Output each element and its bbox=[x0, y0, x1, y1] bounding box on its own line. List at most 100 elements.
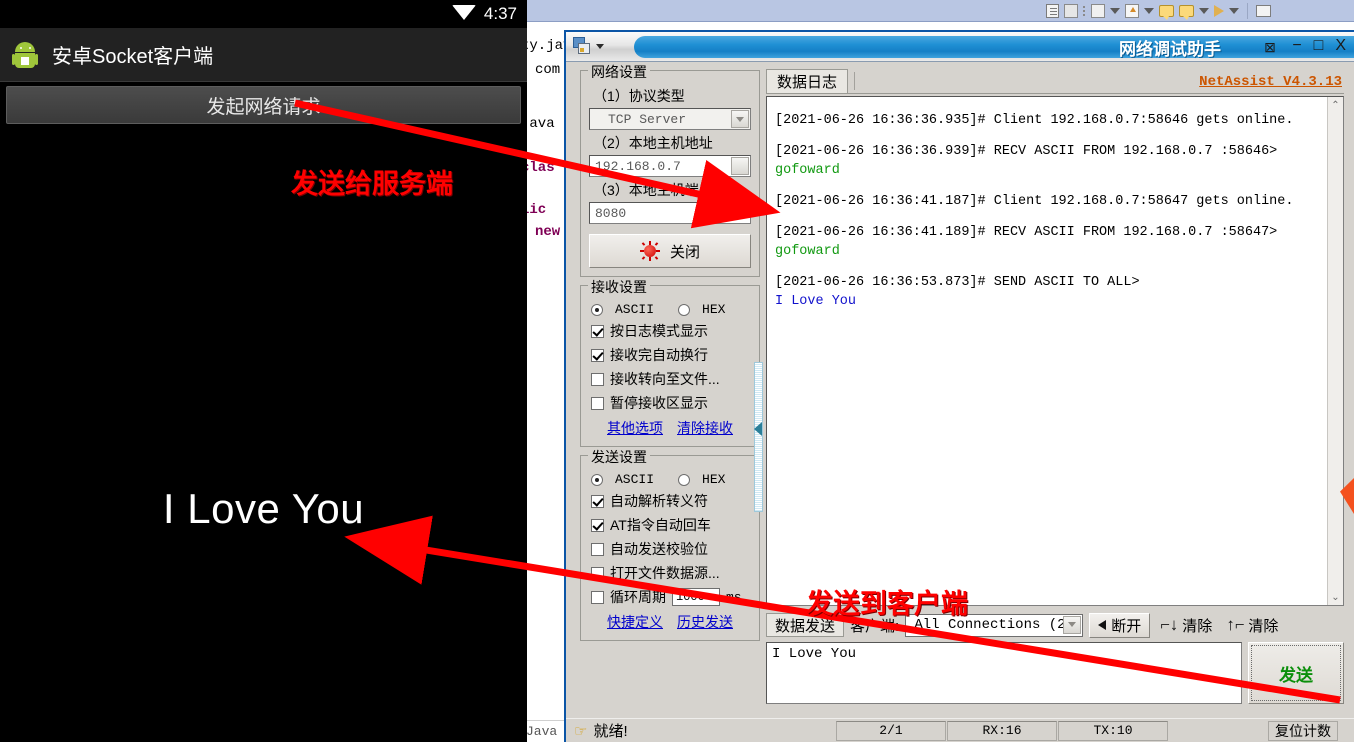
clear-up-icon: ↑⌐ bbox=[1226, 615, 1245, 634]
receive-option-row[interactable]: 按日志模式显示 bbox=[591, 321, 751, 341]
quick-define-link[interactable]: 快捷定义 bbox=[607, 612, 663, 632]
chevron-down-icon-3[interactable] bbox=[1199, 8, 1209, 14]
clear-receive-button[interactable]: ⌐↓ 清除 bbox=[1156, 615, 1216, 636]
comment-icon-1[interactable] bbox=[1159, 5, 1174, 20]
send-settings-group: 发送设置 ASCII HEX 自动解析转义符 AT指令自动回车 自动发送校验位 … bbox=[580, 447, 760, 641]
protocol-type-label: （1）协议类型 bbox=[593, 88, 685, 104]
chevron-down-icon[interactable] bbox=[596, 44, 604, 49]
receive-ascii-label: ASCII bbox=[615, 302, 655, 317]
tx-counter: TX:10 bbox=[1058, 720, 1168, 741]
window-title: 网络调试助手 bbox=[634, 36, 1354, 59]
at-command-cr-checkbox[interactable] bbox=[591, 518, 604, 532]
send-option-row[interactable]: AT指令自动回车 bbox=[591, 515, 751, 535]
network-settings-title: 网络设置 bbox=[588, 62, 650, 82]
send-ascii-radio[interactable] bbox=[591, 473, 603, 486]
chevron-down-icon-1[interactable] bbox=[1110, 8, 1120, 14]
auto-escape-checkbox[interactable] bbox=[591, 494, 604, 508]
collapse-left-arrow-icon[interactable] bbox=[754, 422, 762, 436]
cycle-period-input[interactable]: 1000 bbox=[672, 588, 720, 606]
close-connection-button[interactable]: 关闭 bbox=[589, 234, 751, 268]
send-option-row[interactable]: 自动解析转义符 bbox=[591, 491, 751, 511]
receive-log-mode-checkbox[interactable] bbox=[591, 324, 604, 338]
clear-receive-link[interactable]: 清除接收 bbox=[677, 418, 733, 438]
comment-icon-2[interactable] bbox=[1179, 5, 1194, 20]
cycle-period-row[interactable]: 循环周期 1000 ms bbox=[591, 587, 751, 607]
data-log-output[interactable]: [2021-06-26 16:36:36.935]# Client 192.16… bbox=[766, 96, 1344, 606]
chevron-down-icon[interactable] bbox=[731, 110, 749, 128]
pause-receive-display-checkbox[interactable] bbox=[591, 396, 604, 410]
receive-settings-group: 接收设置 ASCII HEX 按日志模式显示 接收完自动换行 接收转向至文件..… bbox=[580, 277, 760, 447]
maximize-button[interactable]: □ bbox=[1314, 36, 1324, 56]
other-options-link[interactable]: 其他选项 bbox=[607, 418, 663, 438]
open-file-source-checkbox[interactable] bbox=[591, 566, 604, 580]
mail-icon[interactable] bbox=[1256, 5, 1271, 17]
receive-option-row[interactable]: 接收完自动换行 bbox=[591, 345, 751, 365]
send-text-input[interactable]: I Love You bbox=[766, 642, 1242, 704]
receive-to-file-checkbox[interactable] bbox=[591, 372, 604, 386]
pin-icon[interactable]: ⊠ bbox=[1260, 38, 1280, 56]
receive-to-file-label: 接收转向至文件... bbox=[610, 371, 720, 387]
close-button[interactable]: X bbox=[1335, 36, 1346, 56]
ide-toolbar-icons bbox=[1046, 2, 1271, 20]
cycle-period-checkbox[interactable] bbox=[591, 590, 604, 604]
network-computer-icon[interactable] bbox=[572, 36, 592, 56]
send-button[interactable]: 发送 bbox=[1248, 642, 1344, 704]
wifi-icon bbox=[451, 5, 476, 20]
address-picker-icon[interactable] bbox=[731, 157, 749, 175]
minimize-button[interactable]: − bbox=[1292, 36, 1301, 56]
protocol-type-select[interactable]: TCP Server bbox=[589, 108, 751, 130]
send-option-row[interactable]: 自动发送校验位 bbox=[591, 539, 751, 559]
reset-counter-button[interactable]: 复位计数 bbox=[1268, 720, 1338, 741]
toolbar-divider bbox=[1247, 3, 1248, 19]
file-icon[interactable] bbox=[1046, 4, 1059, 18]
auto-checksum-checkbox[interactable] bbox=[591, 542, 604, 556]
pointing-hand-icon: ☞ bbox=[574, 722, 588, 740]
receive-hex-radio[interactable] bbox=[678, 303, 691, 316]
panel-splitter[interactable] bbox=[752, 362, 766, 512]
disconnect-button[interactable]: 断开 bbox=[1089, 612, 1151, 638]
status-counters: 2/1 RX:16 TX:10 bbox=[836, 720, 1168, 741]
scroll-up-icon[interactable]: ⌃ bbox=[1328, 97, 1343, 113]
send-links-row: 快捷定义 历史发送 bbox=[589, 612, 751, 632]
local-host-port-input[interactable]: 8080 bbox=[589, 202, 751, 224]
netassist-version-label[interactable]: NetAssist V4.3.13 bbox=[1199, 74, 1342, 90]
auto-checksum-label: 自动发送校验位 bbox=[610, 541, 708, 557]
chevron-down-icon-2[interactable] bbox=[1144, 8, 1154, 14]
receive-option-row[interactable]: 暂停接收区显示 bbox=[591, 393, 751, 413]
receive-format-row: ASCII HEX bbox=[591, 302, 751, 317]
history-send-link[interactable]: 历史发送 bbox=[677, 612, 733, 632]
log-entry: [2021-06-26 16:36:41.189]# RECV ASCII FR… bbox=[775, 223, 1335, 261]
clear-send-button[interactable]: ↑⌐ 清除 bbox=[1222, 615, 1282, 636]
rx-counter: RX:16 bbox=[947, 720, 1057, 741]
chevron-down-icon-4[interactable] bbox=[1229, 8, 1239, 14]
log-entry-header: [2021-06-26 16:36:36.935]# Client 192.16… bbox=[775, 113, 1294, 128]
cycle-period-unit: ms bbox=[726, 589, 742, 605]
annotation-send-to-server: 发送给服务端 bbox=[291, 169, 453, 199]
send-input-area: I Love You 发送 bbox=[766, 642, 1344, 704]
next-arrow-icon[interactable] bbox=[1214, 5, 1224, 17]
code-token-new: new bbox=[535, 224, 561, 240]
code-token-com: com bbox=[535, 62, 561, 78]
android-robot-icon bbox=[12, 41, 38, 68]
disconnect-label: 断开 bbox=[1111, 617, 1142, 635]
screen-root: ty.jav com java clas lic new Java 4:37 安… bbox=[0, 0, 1354, 742]
local-host-address-input[interactable]: 192.168.0.7 bbox=[589, 155, 751, 177]
columns-icon[interactable] bbox=[1064, 4, 1078, 18]
network-request-button[interactable]: 发起网络请求 bbox=[6, 86, 521, 124]
log-entry: [2021-06-26 16:36:41.187]# Client 192.16… bbox=[775, 192, 1335, 211]
send-hex-radio[interactable] bbox=[678, 473, 691, 486]
log-entry-header: [2021-06-26 16:36:36.939]# RECV ASCII FR… bbox=[775, 144, 1278, 159]
chevron-down-icon[interactable] bbox=[1063, 615, 1082, 634]
scroll-down-icon[interactable]: ⌄ bbox=[1328, 589, 1343, 605]
receive-option-row[interactable]: 接收转向至文件... bbox=[591, 369, 751, 389]
receive-auto-linebreak-checkbox[interactable] bbox=[591, 348, 604, 362]
tab-data-log[interactable]: 数据日志 bbox=[766, 69, 849, 93]
send-option-row[interactable]: 打开文件数据源... bbox=[591, 563, 751, 583]
receive-ascii-radio[interactable] bbox=[591, 303, 603, 316]
upload-icon[interactable] bbox=[1125, 4, 1139, 18]
check-icon[interactable] bbox=[1091, 4, 1105, 18]
window-title-bar[interactable]: 网络调试助手 ⊠ − □ X bbox=[566, 32, 1354, 62]
log-vertical-scrollbar[interactable]: ⌃ ⌄ bbox=[1327, 97, 1343, 605]
send-settings-title: 发送设置 bbox=[588, 447, 650, 467]
send-hex-label: HEX bbox=[702, 472, 726, 487]
